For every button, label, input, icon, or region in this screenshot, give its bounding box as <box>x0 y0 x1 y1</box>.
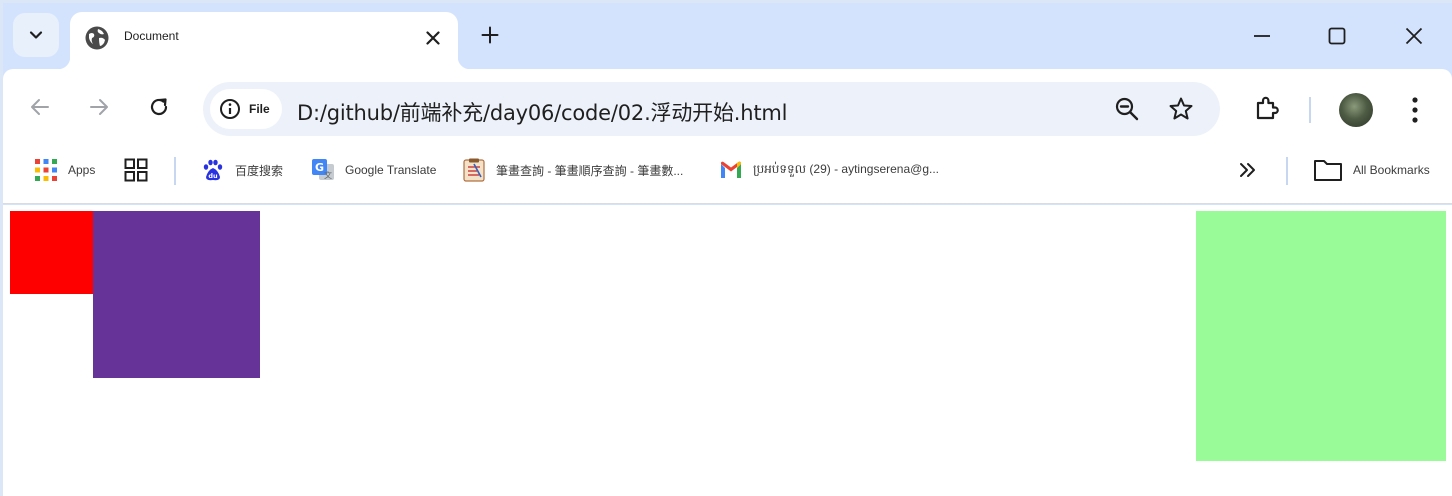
forward-arrow-icon <box>90 99 108 115</box>
info-icon <box>220 99 240 119</box>
svg-text:文: 文 <box>324 170 332 180</box>
red-float-box <box>10 211 93 294</box>
bookmark-tab-groups[interactable] <box>124 155 148 185</box>
svg-text:du: du <box>208 172 218 180</box>
browser-window: Document File D:/github/前端补充/day06/code/… <box>3 3 1452 496</box>
plus-icon <box>481 26 499 44</box>
close-window-icon <box>1405 27 1423 45</box>
bookmark-stroke-lookup[interactable]: 筆畫查詢 - 筆畫順序查詢 - 筆畫數... <box>462 155 683 185</box>
folder-icon <box>1314 160 1342 181</box>
double-chevron-right-icon <box>1240 163 1255 177</box>
close-window-button[interactable] <box>1399 21 1429 51</box>
tab-document[interactable]: Document <box>58 12 470 69</box>
bookmark-apps[interactable]: Apps <box>34 155 95 185</box>
address-bar[interactable]: File D:/github/前端补充/day06/code/02.浮动开始.h… <box>203 82 1220 136</box>
site-chip-label: File <box>249 102 270 116</box>
globe-icon <box>85 26 109 50</box>
tab-title: Document <box>124 29 179 43</box>
bookmark-label: Apps <box>68 163 96 177</box>
bookmark-star-button[interactable] <box>1167 95 1195 123</box>
extensions-button[interactable] <box>1252 93 1282 123</box>
forward-button[interactable] <box>85 93 113 121</box>
bookmarks-divider <box>1286 157 1288 185</box>
gmail-icon <box>721 161 741 178</box>
more-vert-icon <box>1412 97 1418 123</box>
star-icon <box>1169 97 1193 120</box>
maximize-button[interactable] <box>1322 21 1352 51</box>
bookmark-google-translate[interactable]: G 文 Google Translate <box>311 155 436 185</box>
reload-button[interactable] <box>145 93 173 121</box>
baidu-icon: du <box>203 159 223 181</box>
chevron-down-icon <box>29 31 43 39</box>
bookmark-label: 百度搜索 <box>235 163 284 178</box>
back-arrow-icon <box>31 99 49 115</box>
stroke-lookup-icon <box>463 158 485 182</box>
url-text[interactable]: D:/github/前端补充/day06/code/02.浮动开始.html <box>297 97 787 127</box>
minimize-button[interactable] <box>1247 21 1277 51</box>
bookmark-label: Google Translate <box>345 163 437 177</box>
bookmark-label: 筆畫查詢 - 筆畫順序查詢 - 筆畫數... <box>496 163 684 178</box>
toolbar-divider <box>1309 97 1311 123</box>
bookmarks-divider <box>174 157 176 185</box>
minimize-icon <box>1254 35 1270 37</box>
close-icon <box>426 31 440 45</box>
all-bookmarks-button[interactable]: All Bookmarks <box>1313 155 1430 185</box>
bookmark-baidu[interactable]: du 百度搜索 <box>201 155 283 185</box>
tab-strip: Document <box>3 3 1452 69</box>
svg-text:G: G <box>315 161 324 174</box>
avatar[interactable] <box>1339 93 1373 127</box>
all-bookmarks-label: All Bookmarks <box>1353 163 1430 177</box>
page-content <box>3 205 1452 496</box>
more-bookmarks-button[interactable] <box>1236 155 1260 185</box>
apps-grid-icon <box>35 159 57 181</box>
maximize-icon <box>1328 27 1346 45</box>
back-button[interactable] <box>26 93 54 121</box>
menu-button[interactable] <box>1405 95 1425 125</box>
google-translate-icon: G 文 <box>312 159 334 180</box>
reload-icon <box>150 98 168 116</box>
zoom-button[interactable] <box>1113 95 1141 123</box>
tab-search-button[interactable] <box>13 13 59 57</box>
zoom-out-icon <box>1115 97 1139 121</box>
tab-groups-icon <box>124 158 148 182</box>
bookmark-gmail[interactable]: ប្រអប់ទទួល (29) - aytingserena@g... <box>719 155 939 185</box>
purple-float-box <box>93 211 260 378</box>
toolbar: File D:/github/前端补充/day06/code/02.浮动开始.h… <box>3 69 1452 141</box>
green-float-box <box>1196 211 1446 461</box>
bookmark-label: ប្រអប់ទទួល (29) - aytingserena@g... <box>753 162 939 176</box>
puzzle-icon <box>1256 96 1279 120</box>
bookmarks-bar: Apps du 百度搜索 G 文 Google Translate 筆畫查詢 -… <box>3 141 1452 204</box>
new-tab-button[interactable] <box>476 21 504 49</box>
tab-close-button[interactable] <box>422 27 444 49</box>
site-info-chip[interactable]: File <box>210 89 282 129</box>
